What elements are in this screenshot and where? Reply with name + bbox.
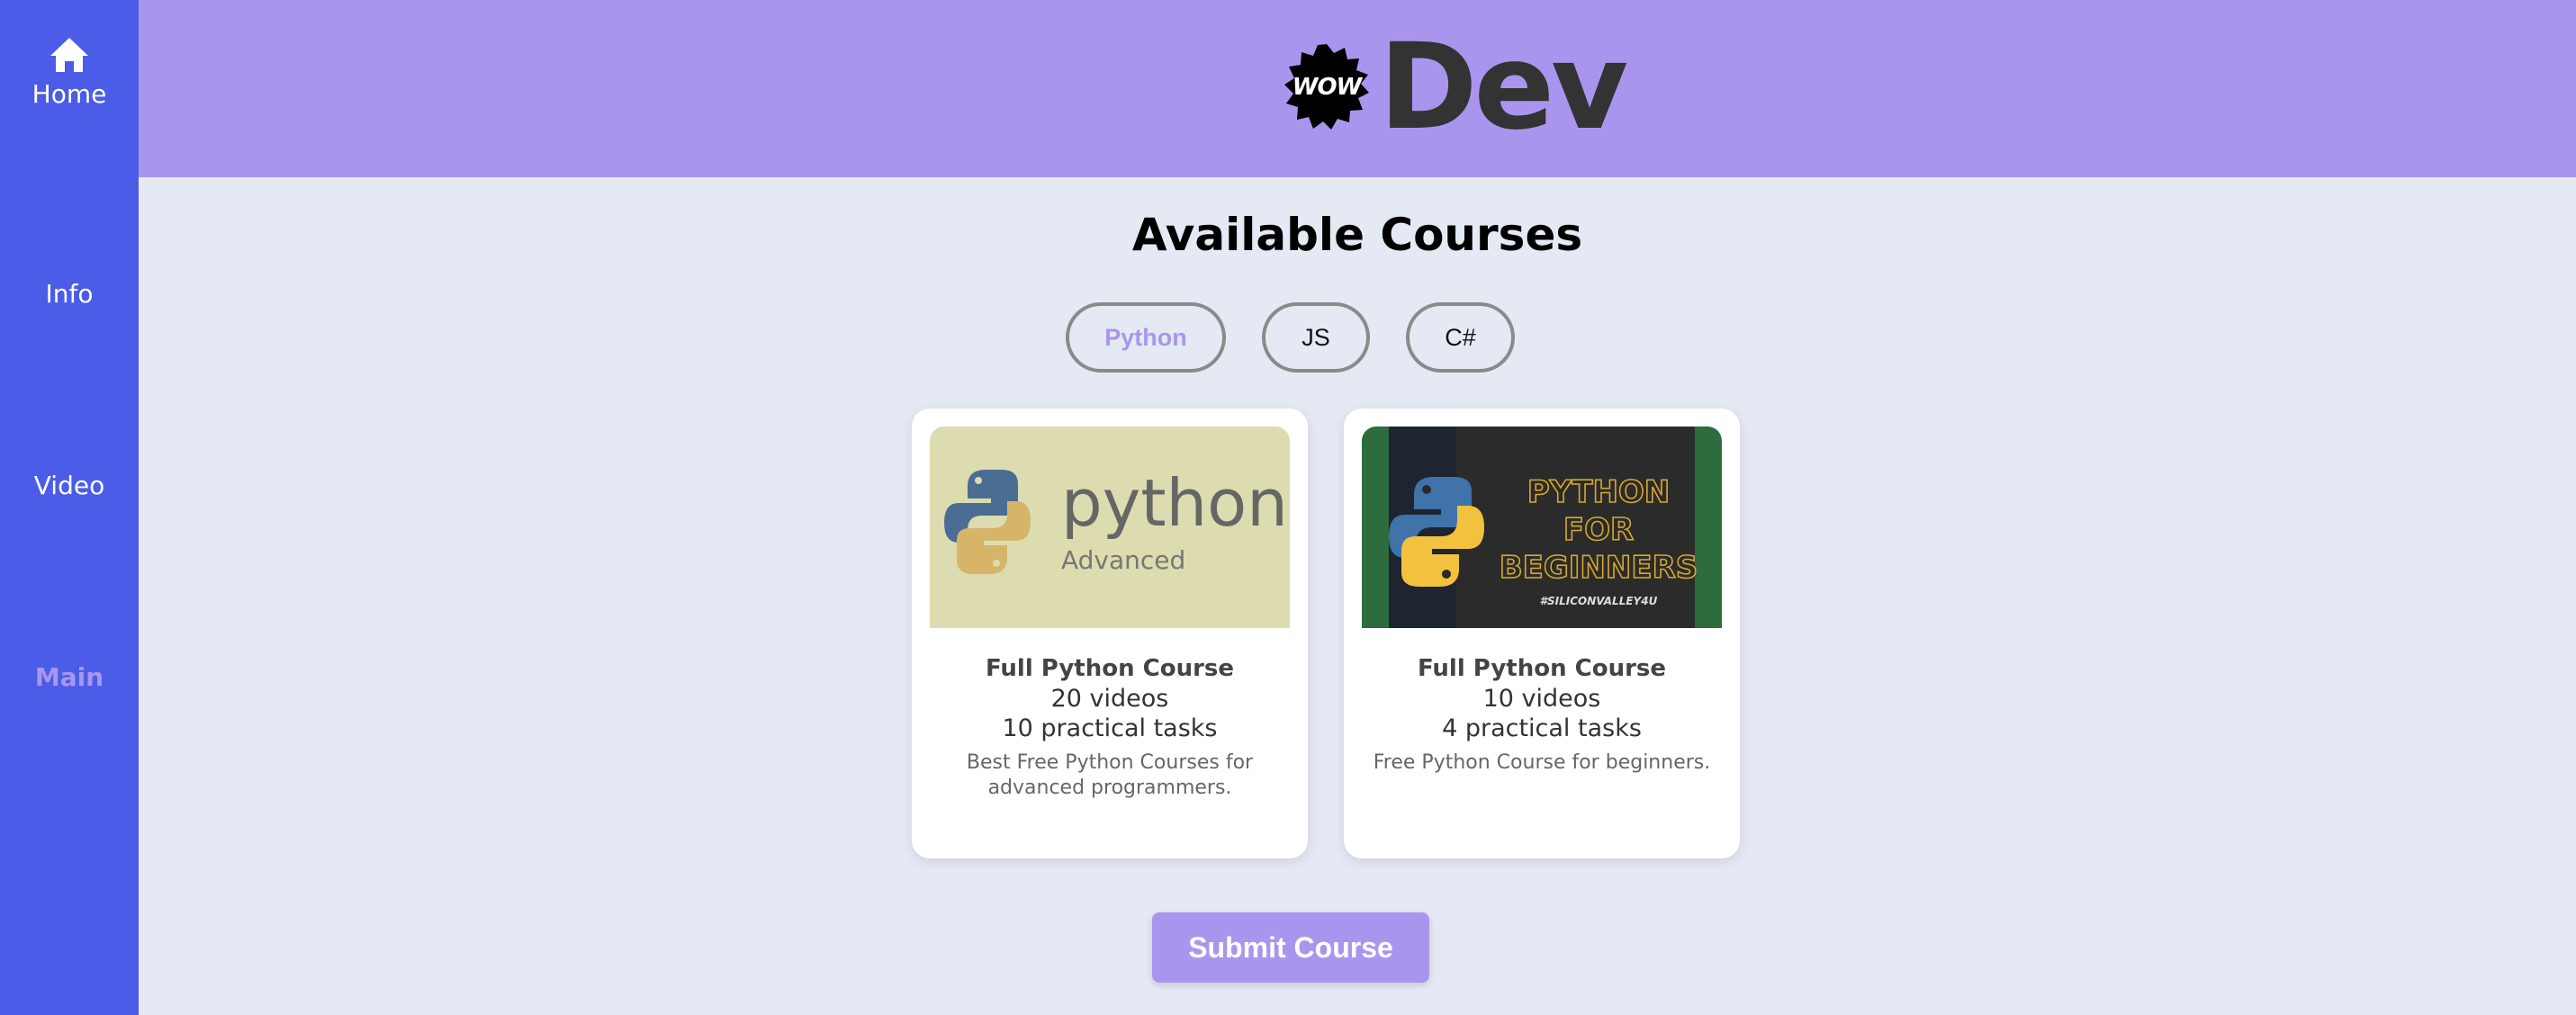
logo[interactable]: WOW Dev	[1282, 18, 1628, 157]
submit-course-button[interactable]: Submit Course	[1152, 912, 1429, 983]
thumb-line: BEGINNERS	[1500, 550, 1698, 586]
logo-text: Dev	[1379, 18, 1628, 157]
course-description: Best Free Python Courses for advanced pr…	[966, 751, 1254, 799]
sidebar-item-label: Video	[33, 471, 105, 500]
course-title: Full Python Course	[1417, 655, 1667, 682]
filter-csharp-button[interactable]: C#	[1406, 302, 1515, 373]
thumb-sub: Advanced	[1061, 545, 1185, 575]
course-tasks: 10 practical tasks	[1002, 714, 1218, 742]
page-title: Available Courses	[1131, 209, 1583, 261]
course-title: Full Python Course	[985, 655, 1235, 682]
thumb-word: python	[1061, 465, 1288, 541]
sidebar-item-video[interactable]: Video	[0, 471, 139, 500]
header: WOW Dev	[139, 0, 2576, 177]
wow-badge-icon: WOW	[1282, 42, 1372, 132]
course-thumbnail: PYTHON FOR BEGINNERS #SILICONVALLEY4U	[1362, 427, 1722, 628]
course-videos: 10 videos	[1482, 685, 1601, 713]
course-videos: 20 videos	[1050, 685, 1169, 713]
course-description: Free Python Course for beginners.	[1373, 751, 1711, 774]
thumb-line: PYTHON	[1527, 474, 1671, 510]
course-filters: Python JS C#	[0, 302, 2576, 373]
course-card[interactable]: PYTHON FOR BEGINNERS #SILICONVALLEY4U Fu…	[1344, 409, 1740, 858]
home-icon	[50, 38, 88, 72]
sidebar: Home Info Video Main	[0, 0, 139, 1015]
thumb-line: FOR	[1563, 512, 1634, 548]
thumb-tag: #SILICONVALLEY4U	[1540, 595, 1658, 607]
course-info: Full Python Course 20 videos 10 practica…	[930, 653, 1290, 801]
course-thumbnail: python Advanced	[930, 427, 1290, 628]
logo-badge-text: WOW	[1292, 74, 1362, 101]
python-logo-icon: python Advanced	[944, 465, 1288, 575]
sidebar-item-label: Home	[32, 79, 107, 109]
course-tasks: 4 practical tasks	[1442, 714, 1642, 742]
sidebar-item-label: Main	[34, 662, 104, 692]
python-beginners-banner-icon: PYTHON FOR BEGINNERS #SILICONVALLEY4U	[1389, 427, 1698, 628]
course-info: Full Python Course 10 videos 4 practical…	[1362, 653, 1722, 776]
sidebar-item-home[interactable]: Home	[0, 36, 139, 109]
filter-python-button[interactable]: Python	[1066, 302, 1226, 373]
course-card[interactable]: python Advanced Full Python Course 20 vi…	[912, 409, 1308, 858]
filter-js-button[interactable]: JS	[1262, 302, 1370, 373]
sidebar-item-main[interactable]: Main	[0, 662, 139, 692]
